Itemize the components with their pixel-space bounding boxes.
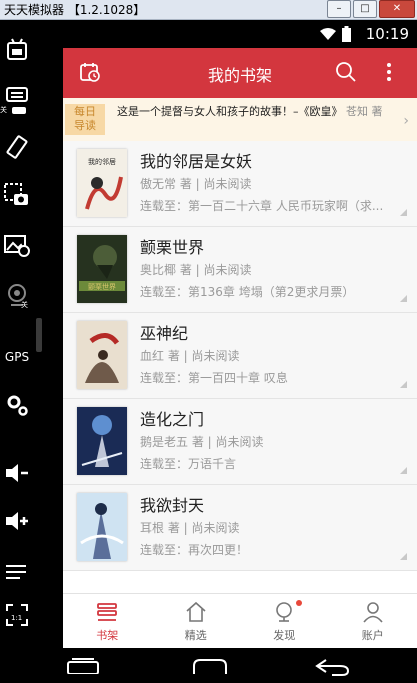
daily-guide-banner[interactable]: 每日 导读 这是一个提督与女人和孩子的故事！–《欧皇》 苍知 著 › xyxy=(63,98,417,142)
svg-text:颤栗世界: 颤栗世界 xyxy=(88,282,116,291)
home-button-icon[interactable] xyxy=(192,658,228,678)
book-title: 我欲封天 xyxy=(140,496,205,515)
badge-line-2: 导读 xyxy=(74,119,96,132)
volume-down-icon[interactable] xyxy=(0,456,34,490)
tab-label: 发现 xyxy=(273,629,296,642)
window-controls: – □ ✕ xyxy=(327,0,415,18)
volume-up-icon[interactable] xyxy=(0,504,34,538)
android-keyboard-icon[interactable] xyxy=(0,32,34,66)
book-item[interactable]: 颤栗世界 颤栗世界 奥比椰 著 | 尚未阅读 连载至：第136章 垮塌（第2更求… xyxy=(63,227,417,313)
latest-chapter: 连载至：第136章 垮塌（第2更求月票） xyxy=(140,285,355,299)
tab-label: 账户 xyxy=(361,629,384,642)
webcam-state: 关 xyxy=(21,301,28,309)
latest-chapter: 连载至：再次四更！ xyxy=(140,543,249,557)
maximize-button[interactable]: □ xyxy=(353,0,377,18)
clock: 10:19 xyxy=(365,25,409,43)
tab-label: 书架 xyxy=(96,629,119,642)
settings-gear-icon[interactable] xyxy=(0,388,34,422)
book-options-corner-icon[interactable] xyxy=(400,381,407,388)
book-options-corner-icon[interactable] xyxy=(400,209,407,216)
latest-chapter: 连载至：万语千言 xyxy=(140,457,237,471)
book-item[interactable]: 巫神纪 血红 著 | 尚未阅读 连载至：第一百四十章 叹息 xyxy=(63,313,417,399)
tab-featured[interactable]: 精选 xyxy=(152,594,241,648)
latest-chapter: 连载至：第一百四十章 叹息 xyxy=(140,371,288,385)
webcam-icon[interactable]: 关 xyxy=(0,278,34,312)
screenshot-camera-icon[interactable] xyxy=(0,178,34,212)
more-options-icon[interactable] xyxy=(385,61,393,87)
minimize-button[interactable]: – xyxy=(327,0,351,18)
book-author-status: 奥比椰 著 | 尚未阅读 xyxy=(140,263,252,277)
emulator-title-bar: 天天模拟器 【1.2.1028】 – □ ✕ xyxy=(0,0,417,20)
book-author-status: 傲无常 著 | 尚未阅读 xyxy=(140,177,252,191)
guide-quote: 这是一个提督与女人和孩子的故事！–《欧皇》 xyxy=(117,105,343,118)
toolbar-collapse-handle[interactable] xyxy=(36,318,42,352)
menu-icon[interactable] xyxy=(0,554,34,588)
book-cover: 颤栗世界 xyxy=(77,235,127,303)
tab-label: 精选 xyxy=(184,629,207,642)
badge-line-1: 每日 xyxy=(74,105,96,118)
book-options-corner-icon[interactable] xyxy=(400,467,407,474)
app-header: 我的书架 xyxy=(63,48,417,98)
discover-globe-icon xyxy=(273,601,295,626)
book-title: 颤栗世界 xyxy=(140,238,205,257)
chevron-right-icon: › xyxy=(403,113,409,129)
book-author-status: 血红 著 | 尚未阅读 xyxy=(140,349,240,363)
page-title: 我的书架 xyxy=(207,66,272,85)
image-sync-icon[interactable] xyxy=(0,228,34,262)
tab-account[interactable]: 账户 xyxy=(329,594,417,648)
keyboard-toggle-icon[interactable]: 关 xyxy=(0,78,34,114)
gps-label: GPS xyxy=(4,350,30,364)
book-item[interactable]: 我的邻居 我的邻居是女妖 傲无常 著 | 尚未阅读 连载至：第一百二十六章 人民… xyxy=(63,141,417,227)
book-cover xyxy=(77,493,127,561)
fullscreen-ratio-label: 1:1 xyxy=(11,614,23,622)
rotate-screen-icon[interactable] xyxy=(0,130,34,164)
app-window: 我的书架 每日 导读 这是一个提督与女人和孩子的故事！–《欧皇》 苍知 著 › … xyxy=(63,48,417,648)
home-icon xyxy=(185,601,207,626)
guide-author: 苍知 著 xyxy=(346,105,383,118)
book-item[interactable]: 我欲封天 耳根 著 | 尚未阅读 连载至：再次四更！ xyxy=(63,485,417,571)
window-title: 天天模拟器 【1.2.1028】 xyxy=(4,3,146,17)
book-options-corner-icon[interactable] xyxy=(400,295,407,302)
notification-dot xyxy=(296,600,303,606)
search-icon[interactable] xyxy=(335,61,357,87)
recent-apps-icon[interactable] xyxy=(66,658,100,678)
book-cover: 我的邻居 xyxy=(77,149,127,217)
tab-bookshelf[interactable]: 书架 xyxy=(63,594,152,648)
wifi-icon xyxy=(320,28,336,40)
bookshelf-list: 我的邻居 我的邻居是女妖 傲无常 著 | 尚未阅读 连载至：第一百二十六章 人民… xyxy=(63,141,417,571)
book-title: 巫神纪 xyxy=(140,324,189,343)
bookshelf-icon xyxy=(96,601,118,626)
android-navigation-bar xyxy=(44,648,417,683)
keyboard-toggle-switch[interactable] xyxy=(12,107,26,114)
fullscreen-icon[interactable]: 1:1 xyxy=(0,598,34,632)
daily-guide-badge: 每日 导读 xyxy=(65,104,105,135)
android-status-bar: 10:19 xyxy=(44,20,417,48)
daily-guide-text: 这是一个提督与女人和孩子的故事！–《欧皇》 苍知 著 xyxy=(117,103,387,120)
tab-discover[interactable]: 发现 xyxy=(240,594,329,648)
status-icons xyxy=(320,26,351,42)
book-author-status: 耳根 著 | 尚未阅读 xyxy=(140,521,240,535)
close-button[interactable]: ✕ xyxy=(379,0,415,18)
gps-icon[interactable]: GPS xyxy=(0,340,34,374)
book-item[interactable]: 造化之门 鹅是老五 著 | 尚未阅读 连载至：万语千言 xyxy=(63,399,417,485)
latest-chapter: 连载至：第一百二十六章 人民币玩家啊（求... xyxy=(140,199,384,213)
book-author-status: 鹅是老五 著 | 尚未阅读 xyxy=(140,435,264,449)
emulator-side-toolbar: 关 关 GPS 1:1 xyxy=(0,20,40,640)
svg-text:我的邻居: 我的邻居 xyxy=(88,157,116,166)
user-account-icon xyxy=(362,601,384,626)
book-title: 我的邻居是女妖 xyxy=(140,152,253,171)
book-options-corner-icon[interactable] xyxy=(400,553,407,560)
battery-icon xyxy=(342,26,351,42)
keyboard-toggle-state: 关 xyxy=(0,106,7,114)
bottom-tab-bar: 书架 精选 发现 账户 xyxy=(63,593,417,648)
book-cover xyxy=(77,407,127,475)
back-button-icon[interactable] xyxy=(314,658,350,680)
book-cover xyxy=(77,321,127,389)
book-title: 造化之门 xyxy=(140,410,205,429)
